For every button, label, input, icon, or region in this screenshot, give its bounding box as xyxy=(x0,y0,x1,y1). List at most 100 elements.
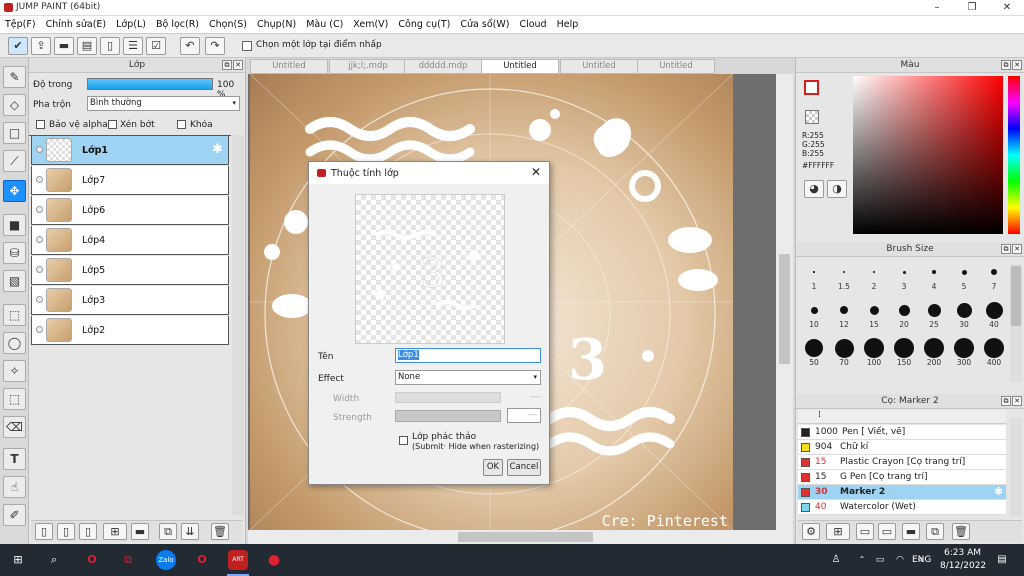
menu-color[interactable]: Màu (C) xyxy=(301,16,348,33)
search-icon[interactable]: ⌕ xyxy=(44,550,64,570)
notification-icon[interactable]: ▤ xyxy=(992,550,1012,570)
brush-size-option[interactable]: 100 xyxy=(860,338,888,367)
line-icon[interactable]: ⟋ xyxy=(3,150,26,172)
layer-row[interactable]: Lớp3 xyxy=(31,286,229,315)
fill-rect-icon[interactable]: ■ xyxy=(3,214,26,236)
canvas-vertical-scrollbar[interactable] xyxy=(776,74,793,544)
menu-capture[interactable]: Chụp(N) xyxy=(252,16,301,33)
brush-item[interactable]: 40 Watercolor (Wet) xyxy=(798,500,1006,515)
strength-field[interactable]: --- xyxy=(507,408,541,423)
panel-close-icon[interactable]: ✕ xyxy=(233,60,243,70)
battery-icon[interactable]: ▭ xyxy=(870,550,890,570)
brush-item[interactable]: 904 Chữ kí xyxy=(798,440,1006,455)
opacity-slider[interactable] xyxy=(87,78,213,90)
layer-row[interactable]: Lớp2 xyxy=(31,316,229,345)
marquee-icon[interactable]: ⬚ xyxy=(3,304,26,326)
rect-select-icon[interactable]: □ xyxy=(3,122,26,144)
visibility-icon[interactable] xyxy=(36,236,43,243)
menu-file[interactable]: Tệp(F) xyxy=(0,16,41,33)
settings-gear-icon[interactable]: ✱ xyxy=(212,142,223,157)
ok-button[interactable]: OK xyxy=(483,459,503,476)
palette-edit-icon[interactable]: ◑ xyxy=(827,180,847,198)
new-1bit-layer-icon[interactable]: ▯ xyxy=(79,523,97,540)
layer-name-field[interactable]: Lớp1 xyxy=(395,348,541,363)
panel-float-icon[interactable]: ⧉ xyxy=(222,60,232,70)
undo-icon[interactable]: ↶ xyxy=(180,37,200,55)
opera-gx-icon[interactable]: O xyxy=(192,550,212,570)
brush-item-selected[interactable]: 30 Marker 2 ✱ xyxy=(798,485,1006,500)
opera-icon[interactable]: O xyxy=(82,550,102,570)
settings-gear-icon[interactable]: ✱ xyxy=(994,485,1003,499)
select-pen-icon[interactable]: ⬚ xyxy=(3,388,26,410)
visibility-icon[interactable] xyxy=(36,176,43,183)
brush-size-option[interactable]: 2 xyxy=(860,262,888,291)
protect-alpha-checkbox[interactable] xyxy=(36,120,45,129)
brush-view-icon[interactable]: ▭ xyxy=(856,523,874,540)
panel-close-icon[interactable]: ✕ xyxy=(1012,244,1022,254)
brush-size-option[interactable]: 200 xyxy=(920,338,948,367)
new-layer-icon[interactable]: ▯ xyxy=(35,523,53,540)
brush-size-option[interactable]: 30 xyxy=(950,300,978,329)
color-saturation-picker[interactable] xyxy=(853,76,1003,234)
page-icon[interactable]: ▯ xyxy=(100,37,120,55)
duplicate-icon[interactable]: ⧉ xyxy=(159,523,177,540)
new-8bit-layer-icon[interactable]: ▯ xyxy=(57,523,75,540)
add-brush-icon[interactable]: ⊞ xyxy=(826,523,850,540)
transparent-color-swatch[interactable] xyxy=(805,110,819,124)
visibility-icon[interactable] xyxy=(36,296,43,303)
windows-start-icon[interactable]: ⊞ xyxy=(8,550,28,570)
brush-size-option[interactable]: 10 xyxy=(800,300,828,329)
brush-item[interactable]: 1000 Pen [ Viết, vẽ] xyxy=(798,425,1006,440)
delete-layer-icon[interactable]: 🗑 xyxy=(211,523,229,540)
brush-size-option[interactable]: 5 xyxy=(950,262,978,291)
app-icon[interactable]: ⧉ xyxy=(118,550,138,570)
tab-doc[interactable]: Untitled xyxy=(250,59,328,74)
visibility-icon[interactable] xyxy=(36,326,43,333)
zalo-icon[interactable]: Zalo xyxy=(156,550,176,570)
brush-folder-icon[interactable]: ▬ xyxy=(902,523,920,540)
checklist-icon[interactable]: ☑ xyxy=(146,37,166,55)
export-icon[interactable]: ⇪ xyxy=(31,37,51,55)
brush-item[interactable]: 15 G Pen [Cọ trang trí] xyxy=(798,470,1006,485)
width-slider[interactable] xyxy=(395,392,501,403)
dialog-close-icon[interactable]: ✕ xyxy=(531,165,541,179)
tab-doc[interactable]: Untitled xyxy=(637,59,715,74)
add-layer-menu-icon[interactable]: ⊞ xyxy=(103,523,127,540)
maximize-icon[interactable]: ❐ xyxy=(955,0,989,16)
cancel-button[interactable]: Cancel xyxy=(507,459,541,476)
tab-doc[interactable]: jjk;l;.mdp xyxy=(329,59,407,74)
move-icon[interactable]: ✥ xyxy=(3,180,26,202)
clip-checkbox[interactable] xyxy=(108,120,117,129)
menu-window[interactable]: Cửa sổ(W) xyxy=(455,16,514,33)
lock-checkbox[interactable] xyxy=(177,120,186,129)
brush-settings-icon[interactable]: ⚙ xyxy=(802,523,820,540)
brush-tag-icon[interactable]: ▭ xyxy=(878,523,896,540)
menu-select[interactable]: Chọn(S) xyxy=(204,16,252,33)
select-eraser-icon[interactable]: ⌫ xyxy=(3,416,26,438)
menu-help[interactable]: Help xyxy=(552,16,584,33)
brush-size-option[interactable]: 25 xyxy=(920,300,948,329)
brush-size-option[interactable]: 50 xyxy=(800,338,828,367)
people-icon[interactable]: ♙ xyxy=(826,550,846,570)
draft-layer-checkbox[interactable] xyxy=(399,436,408,445)
select-layer-checkbox[interactable] xyxy=(242,41,252,51)
brush-size-option[interactable]: 150 xyxy=(890,338,918,367)
brush-icon[interactable]: ✎ xyxy=(3,66,26,88)
visibility-icon[interactable] xyxy=(36,266,43,273)
visibility-icon[interactable] xyxy=(36,206,43,213)
jump-paint-icon[interactable]: ART xyxy=(228,550,248,570)
layer-row[interactable]: Lớp1 ✱ xyxy=(31,136,229,165)
foreground-color-swatch[interactable] xyxy=(804,80,819,95)
panel-close-icon[interactable]: ✕ xyxy=(1012,60,1022,70)
brush-size-option[interactable]: 300 xyxy=(950,338,978,367)
layer-row[interactable]: Lớp5 xyxy=(31,256,229,285)
eraser-icon[interactable]: ◇ xyxy=(3,94,26,116)
brush-size-option[interactable]: 12 xyxy=(830,300,858,329)
language-indicator[interactable]: ENG xyxy=(912,555,931,565)
layer-row[interactable]: Lớp7 xyxy=(31,166,229,195)
brush-list-scrollbar[interactable] xyxy=(1010,418,1022,516)
strength-slider[interactable] xyxy=(395,410,501,422)
record-icon[interactable]: ● xyxy=(264,550,284,570)
menu-layer[interactable]: Lớp(L) xyxy=(111,16,151,33)
text-icon[interactable]: T xyxy=(3,448,26,470)
